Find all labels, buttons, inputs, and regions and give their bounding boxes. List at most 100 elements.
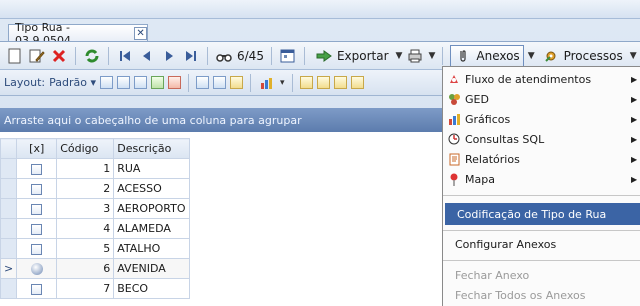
cell-description[interactable]: ATALHO [113,238,190,259]
layout-option-icon[interactable] [168,76,181,89]
calendar-icon[interactable] [279,47,297,65]
menu-item-mapa[interactable]: Mapa ▶ [443,169,640,189]
first-record-icon[interactable] [116,47,134,65]
menu-item-ged[interactable]: GED ▶ [443,89,640,109]
chart-dropdown-icon[interactable]: ▾ [280,78,285,88]
anexos-label: Anexos [476,48,520,63]
layout-preset-select[interactable]: Padrão ▾ [49,76,96,89]
processos-button[interactable]: Processos [539,45,626,67]
anexos-dropdown-icon[interactable]: ▼ [528,51,535,61]
last-record-icon[interactable] [182,47,200,65]
processos-dropdown-icon[interactable]: ▼ [630,51,637,61]
menu-item-graficos[interactable]: Gráficos ▶ [443,109,640,129]
row-checkbox[interactable] [16,258,58,279]
chart-icon[interactable] [258,74,276,92]
row-checkbox[interactable] [16,238,58,259]
processos-icon [542,47,560,65]
cell-description[interactable]: AEROPORTO [113,198,190,219]
layout-option-icon[interactable] [316,76,330,89]
table-row[interactable]: 3 AEROPORTO [0,198,190,219]
toolbar-separator [108,46,109,65]
grid-header-row: [x] Código Descrição [0,138,190,159]
cell-code[interactable]: 7 [56,278,115,299]
layout-save-icon[interactable] [100,76,113,89]
anexos-button[interactable]: Anexos [450,44,524,67]
print-icon[interactable] [406,47,424,65]
print-dropdown-icon[interactable]: ▼ [428,51,435,61]
menu-item-label: Gráficos [465,112,511,126]
tab-tipo-rua[interactable]: Tipo Rua - 03.9.0504 ✕ [8,21,148,47]
layout-option-icon[interactable] [350,76,364,89]
layout-label: Layout: [4,76,46,89]
layout-option-icon[interactable] [134,76,147,89]
ged-icon [443,93,465,105]
table-row[interactable]: 4 ALAMEDA [0,218,190,239]
checkbox[interactable] [31,283,43,295]
column-header-code[interactable]: Código [56,138,115,159]
delete-icon[interactable] [50,47,68,65]
checkbox[interactable] [31,183,43,195]
cell-code[interactable]: 2 [56,178,115,199]
row-checkbox[interactable] [16,278,58,299]
checkbox[interactable] [31,243,43,255]
export-dropdown-icon[interactable]: ▼ [396,51,403,61]
cell-description[interactable]: ALAMEDA [113,218,190,239]
cell-code[interactable]: 1 [56,158,115,179]
menu-item-relatorios[interactable]: Relatórios ▶ [443,149,640,169]
layout-option-icon[interactable] [117,76,130,89]
current-row-indicator: > [0,258,18,279]
cell-description[interactable]: AVENIDA [113,258,190,279]
layout-option-icon[interactable] [333,76,347,89]
cell-description[interactable]: ACESSO [113,178,190,199]
row-checkbox[interactable] [16,158,58,179]
table-row[interactable]: 2 ACESSO [0,178,190,199]
layout-option-icon[interactable] [213,76,226,89]
table-row-selected[interactable]: > 6 AVENIDA [0,258,190,279]
find-icon[interactable] [215,47,233,65]
row-checkbox[interactable] [16,198,58,219]
menu-item-configurar-anexos[interactable]: Configurar Anexos [443,234,640,254]
menu-item-codificacao-tipo-rua[interactable]: Codificação de Tipo de Rua [445,203,640,225]
row-indicator [0,198,18,219]
cell-code[interactable]: 5 [56,238,115,259]
new-record-icon[interactable] [6,47,24,65]
table-row[interactable]: 5 ATALHO [0,238,190,259]
toolbar-separator [188,73,189,92]
edit-icon[interactable] [28,47,46,65]
checkbox[interactable] [31,203,43,215]
row-checkbox[interactable] [16,218,58,239]
menu-item-label: GED [465,92,489,106]
refresh-icon[interactable] [83,47,101,65]
menu-item-fluxo[interactable]: Fluxo de atendimentos ▶ [443,69,640,89]
submenu-arrow-icon: ▶ [631,94,638,104]
next-record-icon[interactable] [160,47,178,65]
close-icon[interactable]: ✕ [134,27,147,40]
checkbox[interactable] [31,223,43,235]
layout-option-icon[interactable] [299,76,313,89]
layout-option-icon[interactable] [196,76,209,89]
cell-code[interactable]: 6 [56,258,115,279]
cell-description[interactable]: BECO [113,278,190,299]
previous-record-icon[interactable] [138,47,156,65]
table-row[interactable]: 1 RUA [0,158,190,179]
checkbox[interactable] [31,163,43,175]
toolbar-separator [250,73,251,92]
menu-item-label: Codificação de Tipo de Rua [457,207,607,221]
group-by-panel[interactable]: Arraste aqui o cabeçalho de uma coluna p… [0,108,442,132]
column-header-description[interactable]: Descrição [113,138,190,159]
column-header-check[interactable]: [x] [16,138,58,159]
group-panel-hint: Arraste aqui o cabeçalho de uma coluna p… [4,113,302,127]
menu-item-label: Consultas SQL [465,132,545,146]
layout-option-icon[interactable] [151,76,164,89]
processos-label: Processos [563,48,623,63]
row-checkbox[interactable] [16,178,58,199]
cell-code[interactable]: 3 [56,198,115,219]
menu-item-consultas-sql[interactable]: Consultas SQL ▶ [443,129,640,149]
export-icon [315,47,333,65]
table-row[interactable]: 7 BECO [0,278,190,299]
export-button[interactable]: Exportar [312,45,392,67]
record-marker-icon[interactable] [30,263,43,275]
layout-option-icon[interactable] [230,76,243,89]
cell-description[interactable]: RUA [113,158,190,179]
cell-code[interactable]: 4 [56,218,115,239]
